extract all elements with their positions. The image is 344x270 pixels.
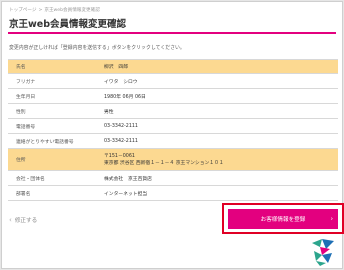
row-value: 柳沢 四郎 [98, 60, 338, 73]
row-label: 連絡がとりやすい電話番号 [8, 134, 98, 148]
info-table: 氏名 柳沢 四郎 フリガナ イワタ シロウ 生年月日 1980年 06月 06日… [8, 59, 338, 201]
row-label: 生年月日 [8, 89, 98, 103]
row-label: 電話番号 [8, 119, 98, 133]
instruction-text: 変更内容が正しければ「登録内容を送信する」ボタンをクリックしてください。 [9, 45, 185, 51]
row-value: 03-3342-2111 [98, 119, 338, 133]
row-value: 1980年 06月 06日 [98, 89, 338, 103]
row-label: 住所 [8, 149, 98, 170]
row-value: 男性 [98, 104, 338, 118]
row-furigana: フリガナ イワタ シロウ [8, 74, 338, 89]
row-contact-phone: 連絡がとりやすい電話番号 03-3342-2111 [8, 134, 338, 149]
register-button[interactable]: お客様情報を登録 › [228, 208, 338, 229]
row-value: イワタ シロウ [98, 74, 338, 88]
postal-code: 〒151－0061 [104, 153, 135, 159]
chevron-right-icon: › [330, 215, 333, 222]
address-text: 東京都 渋谷区 西新宿１－１－４ 京王マンション１０１ [104, 160, 224, 166]
back-link-label: 修正する [14, 218, 38, 224]
submit-highlight-box: お客様情報を登録 › [222, 203, 344, 234]
row-phone: 電話番号 03-3342-2111 [8, 119, 338, 134]
row-label: 部署名 [8, 186, 98, 200]
row-label: フリガナ [8, 74, 98, 88]
title-divider [8, 32, 336, 34]
logo-shard [322, 239, 334, 249]
row-value: 〒151－0061 東京都 渋谷区 西新宿１－１－４ 京王マンション１０１ [98, 149, 338, 170]
row-value: 株式会社 京王百貨店 [98, 171, 338, 185]
row-value: インターネット担当 [98, 186, 338, 200]
register-button-label: お客様情報を登録 [260, 216, 306, 223]
logo-shard [314, 251, 322, 261]
breadcrumb-home[interactable]: トップページ [9, 8, 36, 13]
row-address: 住所 〒151－0061 東京都 渋谷区 西新宿１－１－４ 京王マンション１０１ [8, 149, 338, 171]
back-link[interactable]: ‹ 修正する [9, 216, 37, 224]
logo-shard [316, 261, 326, 266]
row-gender: 性別 男性 [8, 104, 338, 119]
row-label: 性別 [8, 104, 98, 118]
row-value: 03-3342-2111 [98, 134, 338, 148]
row-department: 部署名 インターネット担当 [8, 186, 338, 201]
row-birthdate: 生年月日 1980年 06月 06日 [8, 89, 338, 104]
breadcrumb: トップページ > 京王web会員情報変更確認 [9, 7, 100, 13]
row-name: 氏名 柳沢 四郎 [8, 60, 338, 74]
row-label: 会社・団体名 [8, 171, 98, 185]
row-company: 会社・団体名 株式会社 京王百貨店 [8, 171, 338, 186]
logo-shard [312, 239, 322, 247]
row-label: 氏名 [8, 60, 98, 73]
chevron-left-icon: ‹ [9, 216, 12, 224]
breadcrumb-separator: > [38, 8, 43, 13]
keio-logo-icon [312, 239, 334, 266]
logo-shard [322, 253, 332, 263]
breadcrumb-current: 京王web会員情報変更確認 [44, 8, 100, 13]
page-title: 京王web会員情報変更確認 [9, 19, 127, 30]
